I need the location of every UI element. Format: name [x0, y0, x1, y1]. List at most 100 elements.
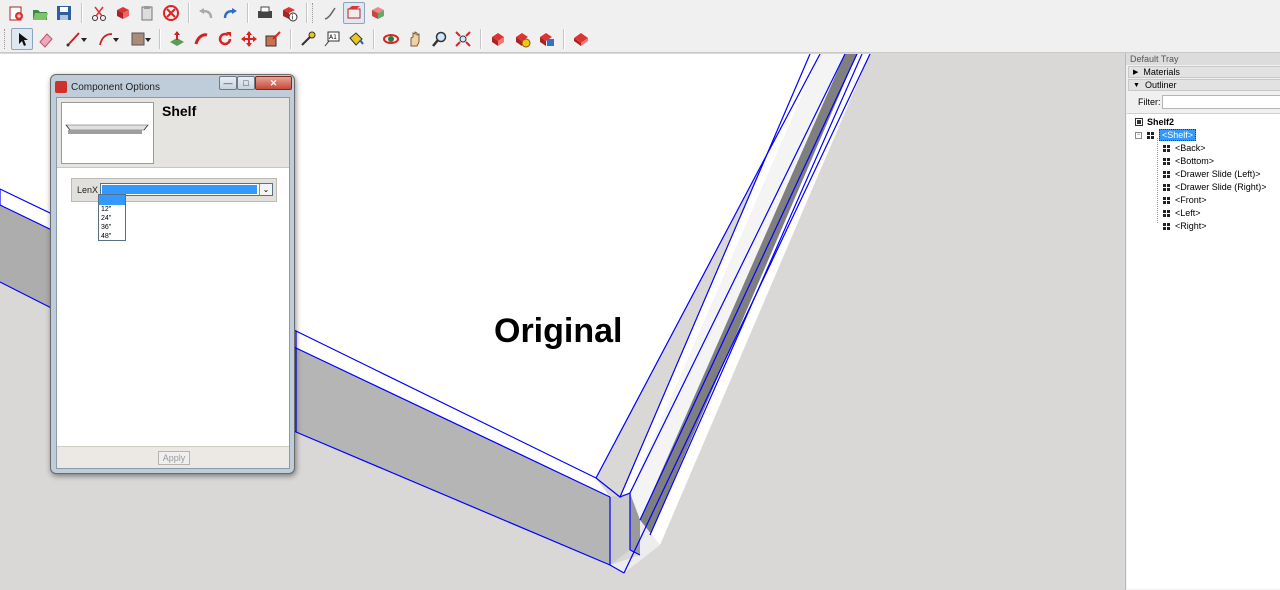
- dropdown-option[interactable]: 12": [99, 205, 125, 214]
- delete-icon[interactable]: [160, 2, 182, 24]
- toolbar-grip: [312, 3, 315, 23]
- component-icon: [1163, 222, 1170, 230]
- outliner-item-label: <Front>: [1175, 195, 1207, 205]
- apply-button[interactable]: Apply: [158, 451, 190, 465]
- component-icon: [1147, 131, 1154, 139]
- redo-icon[interactable]: [219, 2, 241, 24]
- save-icon[interactable]: [53, 2, 75, 24]
- select-icon[interactable]: [11, 28, 33, 50]
- component-header: Shelf: [57, 98, 289, 168]
- attribute-label: LenX: [77, 185, 99, 195]
- orbit-icon[interactable]: [380, 28, 402, 50]
- model-info-icon[interactable]: i: [278, 2, 300, 24]
- rotate-icon[interactable]: [214, 28, 236, 50]
- zoom-extents-icon[interactable]: [452, 28, 474, 50]
- dropdown-option[interactable]: 24": [99, 214, 125, 223]
- panel-outliner-label: Outliner: [1144, 79, 1177, 90]
- close-button[interactable]: ✕: [255, 76, 292, 90]
- dynamic-components-icon[interactable]: [487, 28, 509, 50]
- text-icon[interactable]: A1: [321, 28, 343, 50]
- follow-me-icon[interactable]: [190, 28, 212, 50]
- svg-text:A1: A1: [329, 34, 337, 41]
- toolbar-separator: [306, 3, 307, 23]
- lenx-dropdown-list[interactable]: 12" 24" 36" 48": [98, 194, 126, 241]
- move-icon[interactable]: [238, 28, 260, 50]
- open-folder-icon[interactable]: [29, 2, 51, 24]
- filter-input[interactable]: [1162, 95, 1280, 109]
- expand-arrow-icon[interactable]: ▶: [1133, 67, 1138, 78]
- toolbar-separator: [81, 3, 82, 23]
- outliner-item-label: <Drawer Slide (Left)>: [1175, 169, 1261, 179]
- toolbar-separator: [373, 29, 374, 49]
- outliner-item-shelf[interactable]: − <Shelf>: [1135, 129, 1197, 141]
- outliner-item[interactable]: <Left>: [1163, 207, 1201, 219]
- dropdown-option[interactable]: [99, 195, 125, 205]
- filter-label: Filter:: [1138, 97, 1161, 107]
- component-icon: [1163, 170, 1170, 178]
- outliner-root[interactable]: Shelf2: [1135, 116, 1174, 128]
- generate-report-icon[interactable]: [570, 28, 592, 50]
- outliner-item[interactable]: <Right>: [1163, 220, 1207, 232]
- dropdown-option[interactable]: 36": [99, 223, 125, 232]
- push-pull-icon[interactable]: [166, 28, 188, 50]
- zoom-icon[interactable]: [428, 28, 450, 50]
- undo-icon[interactable]: [195, 2, 217, 24]
- outliner-item[interactable]: <Back>: [1163, 142, 1206, 154]
- pan-icon[interactable]: [404, 28, 426, 50]
- minimize-button[interactable]: —: [219, 76, 237, 90]
- component-attributes-icon[interactable]: [535, 28, 557, 50]
- model-label-text: Original: [494, 312, 623, 350]
- toolbar-separator: [290, 29, 291, 49]
- paste-icon[interactable]: [136, 2, 158, 24]
- paint-icon[interactable]: [319, 2, 341, 24]
- toolbar-grip: [4, 29, 7, 49]
- print-icon[interactable]: [254, 2, 276, 24]
- new-file-icon[interactable]: [5, 2, 27, 24]
- components-icon[interactable]: [343, 2, 365, 24]
- panel-materials-label: Materials: [1143, 66, 1180, 77]
- tree-guide-line: [1157, 138, 1158, 223]
- component-name: Shelf: [162, 103, 197, 119]
- model-icon: [1135, 118, 1143, 126]
- dialog-title: Component Options: [71, 81, 160, 93]
- eraser-icon[interactable]: [35, 28, 57, 50]
- outliner-item[interactable]: <Drawer Slide (Left)>: [1163, 168, 1261, 180]
- outliner-item[interactable]: <Drawer Slide (Right)>: [1163, 181, 1267, 193]
- arc-icon[interactable]: [91, 28, 121, 50]
- select-value-highlight: [102, 185, 257, 194]
- outliner-item[interactable]: <Bottom>: [1163, 155, 1214, 167]
- scale-icon[interactable]: [262, 28, 284, 50]
- svg-text:i: i: [292, 14, 294, 22]
- maximize-button[interactable]: □: [237, 76, 255, 90]
- panel-outliner[interactable]: ▼ Outliner: [1128, 79, 1280, 91]
- panel-materials[interactable]: ▶ Materials: [1128, 66, 1280, 78]
- copy-icon[interactable]: [112, 2, 134, 24]
- toolbar-area: i A1: [0, 0, 1280, 53]
- sketchup-logo-icon: [55, 81, 67, 93]
- outliner-item[interactable]: <Front>: [1163, 194, 1207, 206]
- outliner-item-label: <Left>: [1175, 208, 1201, 218]
- paint-bucket-icon[interactable]: [345, 28, 367, 50]
- component-options-icon[interactable]: [511, 28, 533, 50]
- materials-icon[interactable]: [367, 2, 389, 24]
- component-thumbnail: [61, 102, 154, 164]
- component-icon: [1163, 144, 1170, 152]
- outliner-item-label: <Bottom>: [1175, 156, 1215, 166]
- chevron-down-icon[interactable]: ⌄: [259, 184, 272, 195]
- tape-measure-icon[interactable]: [297, 28, 319, 50]
- dialog-body: Shelf LenX ⌄ 12" 24" 36" 48" Apply: [56, 97, 290, 469]
- toolbar-row-standard: i: [0, 0, 390, 26]
- collapse-arrow-icon[interactable]: ▼: [1133, 80, 1140, 91]
- collapse-toggle-icon[interactable]: −: [1135, 131, 1142, 139]
- toolbar-row-tools: A1: [0, 26, 593, 52]
- toolbar-separator: [159, 29, 160, 49]
- rectangle-icon[interactable]: [123, 28, 153, 50]
- outliner-root-label: Shelf2: [1147, 117, 1175, 127]
- dropdown-option[interactable]: 48": [99, 232, 125, 241]
- toolbar-separator: [480, 29, 481, 49]
- cut-icon[interactable]: [88, 2, 110, 24]
- dialog-title-bar[interactable]: Component Options: [55, 78, 220, 96]
- toolbar-separator: [247, 3, 248, 23]
- line-icon[interactable]: [59, 28, 89, 50]
- default-tray: Default Tray ▶ Materials ▼ Outliner Filt…: [1125, 53, 1280, 590]
